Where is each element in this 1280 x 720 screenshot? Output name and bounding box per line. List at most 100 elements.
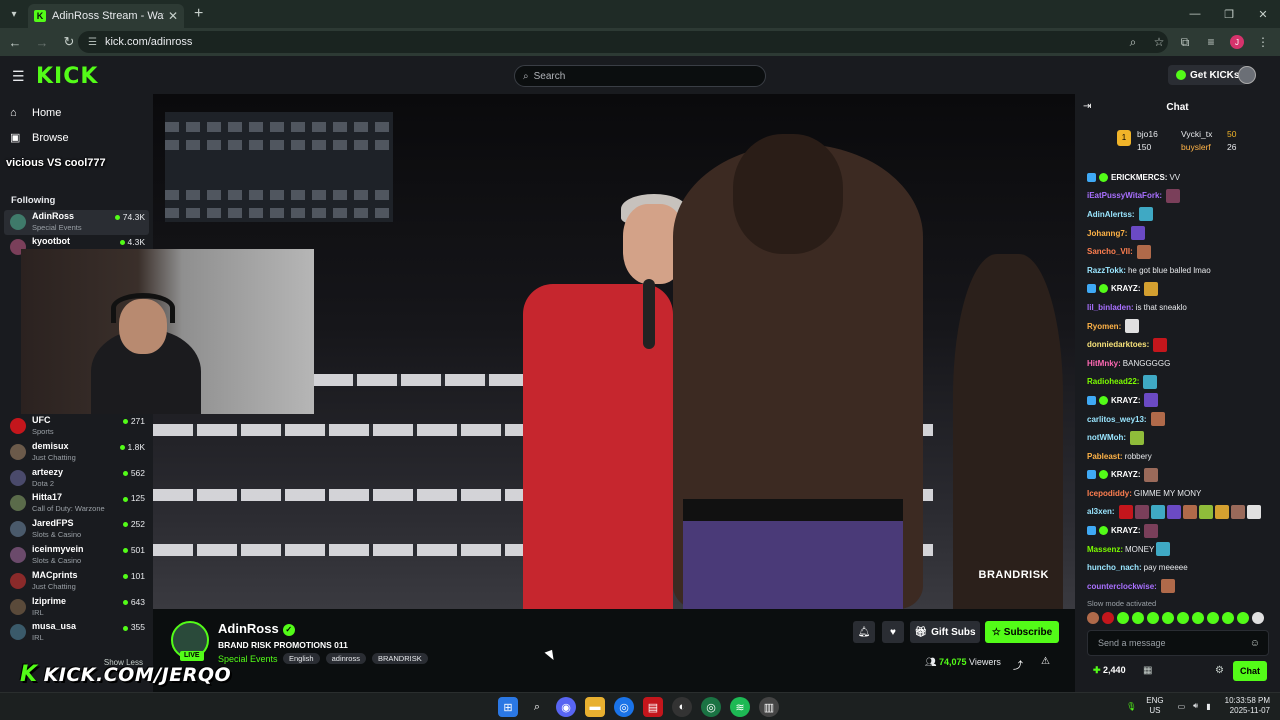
- chat-username[interactable]: al3xen:: [1087, 507, 1115, 516]
- chat-username[interactable]: Johanng7:: [1087, 229, 1127, 238]
- streamer-name[interactable]: AdinRoss ✓: [218, 621, 295, 636]
- quick-emote-icon[interactable]: [1207, 612, 1219, 624]
- follow-heart-button[interactable]: ♥: [882, 621, 904, 643]
- chat-username[interactable]: RazzTokk:: [1087, 266, 1126, 275]
- sidebar-item-browse[interactable]: ▣ Browse: [10, 131, 69, 145]
- new-tab-icon[interactable]: +: [194, 5, 203, 23]
- share-icon[interactable]: ⤴: [1013, 657, 1023, 672]
- profile-avatar-icon[interactable]: J: [1230, 35, 1244, 49]
- sidebar-channel-musa_usa[interactable]: musa_usa IRL 355: [4, 620, 149, 645]
- browser-tab[interactable]: K AdinRoss Stream - Watch Live ✕: [28, 4, 184, 28]
- gifter-name[interactable]: Vycki_tx: [1181, 129, 1212, 139]
- chat-username[interactable]: iEatPussyWitaFork:: [1087, 191, 1162, 200]
- bookmark-star-icon[interactable]: ☆: [1146, 35, 1172, 49]
- forward-icon[interactable]: →: [30, 30, 54, 54]
- language-indicator[interactable]: ENG US: [1146, 696, 1163, 716]
- quick-emote-icon[interactable]: [1162, 612, 1174, 624]
- sidebar-channel-hitta17[interactable]: Hitta17 Call of Duty: Warzone 125: [4, 491, 149, 516]
- channel-points[interactable]: ✚ 2,440: [1093, 665, 1126, 676]
- windows-start-icon[interactable]: ⊞: [498, 697, 518, 717]
- quick-emote-icon[interactable]: [1102, 612, 1114, 624]
- browser-menu-icon[interactable]: ⋮: [1250, 35, 1276, 49]
- volume-icon[interactable]: 🔊︎: [1193, 701, 1198, 711]
- send-chat-button[interactable]: Chat: [1233, 661, 1267, 681]
- chat-username[interactable]: Sancho_VII:: [1087, 247, 1133, 256]
- quick-emote-icon[interactable]: [1237, 612, 1249, 624]
- quick-emote-icon[interactable]: [1147, 612, 1159, 624]
- sidebar-channel-arteezy[interactable]: arteezy Dota 2 562: [4, 466, 149, 491]
- quick-emote-icon[interactable]: [1192, 612, 1204, 624]
- network-icon[interactable]: ▭: [1178, 702, 1186, 711]
- chrome-profile-icon[interactable]: ◎: [701, 697, 721, 717]
- app-icon[interactable]: ▥: [759, 697, 779, 717]
- quick-emote-icon[interactable]: [1222, 612, 1234, 624]
- sidebar-channel-lziprime[interactable]: lziprime IRL 643: [4, 595, 149, 620]
- chat-username[interactable]: Massenz:: [1087, 545, 1123, 554]
- tag-chip[interactable]: English: [283, 653, 320, 664]
- battery-icon[interactable]: ▮: [1206, 702, 1210, 711]
- kick-logo[interactable]: KICK: [36, 64, 98, 89]
- quick-emote-icon[interactable]: [1087, 612, 1099, 624]
- notification-bell-button[interactable]: 🔔︎: [853, 621, 875, 643]
- sidebar-channel-demisux[interactable]: demisux Just Chatting 1.8K: [4, 440, 149, 465]
- calendar-icon[interactable]: ▦: [1143, 665, 1152, 676]
- gift-subs-button[interactable]: 🎁︎ Gift Subs: [910, 621, 980, 643]
- chat-username[interactable]: KRAYZ:: [1111, 284, 1140, 293]
- quick-emote-icon[interactable]: [1132, 612, 1144, 624]
- sidebar-channel-macprints[interactable]: MACprints Just Chatting 101: [4, 569, 149, 594]
- chat-username[interactable]: KRAYZ:: [1111, 526, 1140, 535]
- chat-message-input[interactable]: Send a message ☺: [1087, 630, 1269, 656]
- sidebar-channel-jaredfps[interactable]: JaredFPS Slots & Casino 252: [4, 517, 149, 542]
- get-kicks-button[interactable]: Get KICKs: [1168, 65, 1248, 85]
- report-icon[interactable]: ⚠: [1041, 656, 1050, 667]
- chat-username[interactable]: notWMoh:: [1087, 433, 1126, 442]
- chat-username[interactable]: KRAYZ:: [1111, 470, 1140, 479]
- sidebar-channel-adinross[interactable]: AdinRoss Special Events 74.3K: [4, 210, 149, 235]
- taskbar-search-icon[interactable]: ⌕: [527, 697, 547, 717]
- extensions-icon[interactable]: ⧉: [1172, 35, 1198, 50]
- url-field[interactable]: ☰ kick.com/adinross: [78, 31, 1168, 53]
- tag-chip[interactable]: BRANDRISK: [371, 653, 428, 664]
- top-gifter-name[interactable]: bjo16: [1137, 129, 1158, 139]
- back-icon[interactable]: ←: [3, 30, 27, 54]
- chat-username[interactable]: HitMnky:: [1087, 359, 1121, 368]
- chat-username[interactable]: huncho_nach:: [1087, 563, 1142, 572]
- sidebar-channel-ufc[interactable]: UFC Sports 271: [4, 414, 149, 439]
- chat-username[interactable]: Pableast:: [1087, 452, 1123, 461]
- site-info-icon[interactable]: ☰: [88, 37, 97, 48]
- chat-username[interactable]: Ryomen:: [1087, 322, 1121, 331]
- reading-list-icon[interactable]: ≡: [1198, 35, 1224, 49]
- spotify-icon[interactable]: ≋: [730, 697, 750, 717]
- tag-chip[interactable]: adinross: [325, 653, 366, 664]
- microphone-icon[interactable]: 🎙︎: [1126, 702, 1136, 711]
- chat-username[interactable]: Icepodiddy:: [1087, 489, 1132, 498]
- emoji-picker-icon[interactable]: ☺: [1250, 638, 1260, 649]
- user-avatar[interactable]: [1238, 66, 1256, 84]
- taskbar-clock[interactable]: 10:33:58 PM 2025-11-07: [1225, 696, 1270, 716]
- chat-username[interactable]: carlitos_wey13:: [1087, 415, 1147, 424]
- chrome-icon[interactable]: ◎: [614, 697, 634, 717]
- chat-username[interactable]: donniedarktoes:: [1087, 340, 1149, 349]
- subscribe-button[interactable]: ☆ Subscribe: [985, 621, 1059, 643]
- quick-emote-icon[interactable]: [1252, 612, 1264, 624]
- close-tab-icon[interactable]: ✕: [168, 9, 178, 23]
- sidebar-channel-iceinmyvein[interactable]: iceinmyvein Slots & Casino 501: [4, 543, 149, 568]
- media-app-icon[interactable]: ▤: [643, 697, 663, 717]
- close-window-icon[interactable]: ✕: [1246, 0, 1280, 28]
- quick-emote-icon[interactable]: [1117, 612, 1129, 624]
- chat-username[interactable]: ERICKMERCS:: [1111, 173, 1167, 182]
- chat-username[interactable]: lil_binladen:: [1087, 303, 1134, 312]
- obs-icon[interactable]: ◐: [672, 697, 692, 717]
- tab-search-icon[interactable]: ▾: [0, 0, 28, 28]
- hamburger-menu-icon[interactable]: ☰: [12, 68, 25, 85]
- chat-username[interactable]: AdinAlertss:: [1087, 210, 1135, 219]
- zoom-icon[interactable]: ⌕: [1120, 35, 1146, 50]
- search-input[interactable]: ⌕ Search: [514, 65, 766, 87]
- restore-icon[interactable]: ❐: [1212, 0, 1246, 28]
- sidebar-item-home[interactable]: ⌂ Home: [10, 107, 61, 119]
- chat-username[interactable]: Radiohead22:: [1087, 377, 1139, 386]
- chat-username[interactable]: counterclockwise:: [1087, 582, 1157, 591]
- file-explorer-icon[interactable]: ▬: [585, 697, 605, 717]
- quick-emote-icon[interactable]: [1177, 612, 1189, 624]
- chat-settings-icon[interactable]: ⚙: [1215, 665, 1224, 676]
